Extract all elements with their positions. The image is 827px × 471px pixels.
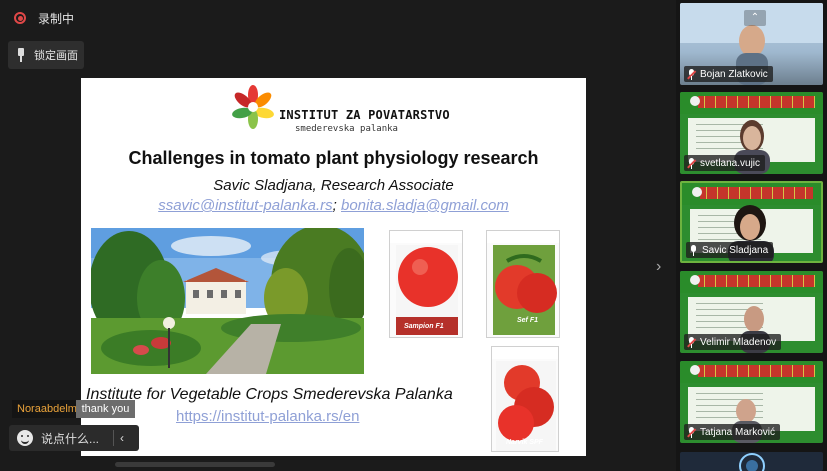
participant-tile[interactable]: svetlana.vujic <box>680 92 823 174</box>
main-horizontal-scrollbar[interactable] <box>0 459 670 471</box>
seed-packet-2-label: Sef F1 <box>517 317 539 324</box>
participant-tile[interactable]: Velimir Mladenov <box>680 271 823 353</box>
seed-packet-3: Narvik SPF <box>491 346 559 452</box>
slide-title: Challenges in tomato plant physiology re… <box>128 148 539 168</box>
chat-input[interactable]: 说点什么... <box>41 430 107 447</box>
lock-screen-button[interactable]: 锁定画面 <box>8 41 84 69</box>
participant-name: Tatjana Marković <box>700 426 776 438</box>
collapse-chat-icon[interactable]: ‹ <box>120 431 124 445</box>
seed-packet-2: Sef F1 <box>486 230 560 338</box>
chat-input-bar[interactable]: 说点什么... ‹ <box>9 425 139 451</box>
slide-emails: ssavic@institut-palanka.rs; bonita.sladj… <box>81 197 586 214</box>
slide-institute-url: https://institut-palanka.rs/en <box>176 408 360 425</box>
participant-name: Savic Sladjana <box>702 244 769 256</box>
seed-packet-3-label: Narvik SPF <box>506 439 543 446</box>
main-scrollbar-thumb[interactable] <box>115 462 275 467</box>
participant-gallery: ⌃ Bojan Zlatkovic svetlana.vujic Savic S… <box>676 0 827 471</box>
participant-namebar: Bojan Zlatkovic <box>684 66 773 82</box>
mic-muted-icon <box>687 68 696 80</box>
record-icon <box>14 12 26 24</box>
scroll-up-button[interactable]: ⌃ <box>744 10 766 26</box>
recording-label: 录制中 <box>38 11 75 26</box>
chat-input-divider <box>113 430 114 446</box>
slide-author: Savic Sladjana, Research Associate <box>213 177 454 194</box>
slide-institute-name: Institute for Vegetable Crops Smederevsk… <box>86 386 453 403</box>
mic-muted-icon <box>687 157 696 169</box>
email-separator: ; <box>332 197 337 214</box>
participant-tile-partial[interactable] <box>680 452 823 471</box>
chat-message: thank you <box>75 400 136 418</box>
participant-tile-active-speaker[interactable]: Savic Sladjana <box>680 181 823 263</box>
institute-logo <box>232 85 274 129</box>
seed-packet-1: Sampion F1 <box>389 230 463 338</box>
email-link-1: ssavic@institut-palanka.rs <box>158 197 333 214</box>
participant-tile[interactable]: Tatjana Marković <box>680 361 823 443</box>
meeting-window: 录制中 锁定画面 INSTITUT ZA POVATARSTVO smedere… <box>0 0 827 471</box>
email-link-2: bonita.sladja@gmail.com <box>341 197 509 214</box>
chat-bubble: Noraabdelmoni thank you <box>12 400 136 418</box>
emoji-icon[interactable] <box>17 430 33 446</box>
participant-namebar: Velimir Mladenov <box>684 334 782 350</box>
participant-name: Bojan Zlatkovic <box>700 68 768 80</box>
logo-title: INSTITUT ZA POVATARSTVO <box>279 108 450 122</box>
mic-muted-icon <box>687 426 696 438</box>
logo-subtitle: smederevska palanka <box>295 124 398 134</box>
participant-namebar: Tatjana Marković <box>684 424 781 440</box>
expand-gallery-icon[interactable]: › <box>656 258 661 276</box>
lock-screen-label: 锁定画面 <box>34 50 78 62</box>
recording-indicator[interactable]: 录制中 <box>14 8 74 28</box>
institute-building-photo <box>91 228 364 374</box>
participant-name: svetlana.vujic <box>700 157 761 169</box>
seed-packet-1-label: Sampion F1 <box>404 323 444 330</box>
participant-name: Velimir Mladenov <box>700 336 777 348</box>
shared-screen-slide: INSTITUT ZA POVATARSTVO smederevska pala… <box>81 78 586 456</box>
participant-tile[interactable]: ⌃ Bojan Zlatkovic <box>680 3 823 85</box>
mic-active-icon <box>689 244 698 256</box>
pin-icon <box>16 48 26 62</box>
participant-namebar: Savic Sladjana <box>686 242 774 258</box>
participant-namebar: svetlana.vujic <box>684 155 766 171</box>
mic-muted-icon <box>687 336 696 348</box>
